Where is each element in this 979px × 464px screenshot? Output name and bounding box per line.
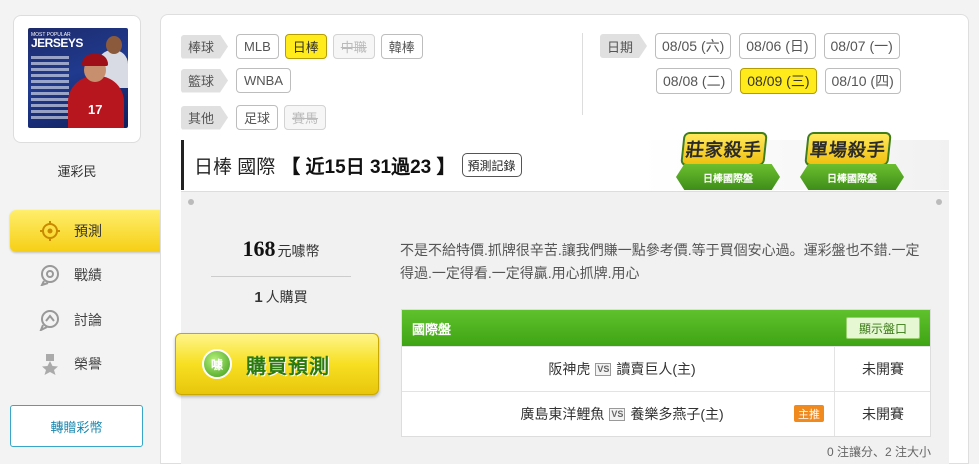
home-team: 養樂多燕子(主) xyxy=(630,406,724,422)
coin-icon: 噱 xyxy=(202,349,232,379)
avatar-list-graphic xyxy=(31,56,69,122)
price-value: 168 xyxy=(242,236,276,261)
badge-title: 單場殺手 xyxy=(804,132,892,166)
featured-pick-badge: 主推 xyxy=(794,405,824,422)
avatar-text: JERSEYS xyxy=(31,36,83,50)
filter-wnba[interactable]: WNBA xyxy=(236,68,292,93)
game-status: 未開賽 xyxy=(834,347,931,391)
table-title: 國際盤 xyxy=(412,321,452,337)
away-team: 廣島東洋鯉魚 xyxy=(520,406,605,422)
divider xyxy=(582,33,583,115)
filter-row-date: 日期 08/05 (六) 08/06 (日) 08/07 (一) xyxy=(600,33,908,59)
pin-icon xyxy=(936,199,942,205)
prediction-description: 不是不給特價.抓牌很辛苦.讓我們賺一點參考價.等于買個安心過。運彩盤也不錯.一定… xyxy=(400,242,920,281)
menu-item-label: 榮譽 xyxy=(74,356,102,372)
avatar[interactable]: MOST POPULAR JERSEYS xyxy=(28,28,128,128)
table-row: 阪神虎 VS 讀賣巨人(主) 未開賽 xyxy=(402,346,930,391)
filter-label-other: 其他 xyxy=(181,106,228,130)
vs-icon: VS xyxy=(609,407,626,421)
filter-row-other: 其他 足球 賽馬 xyxy=(181,105,332,130)
table-header: 國際盤 顯示盤口 xyxy=(402,310,930,346)
menu-item-prediction[interactable]: 預測 xyxy=(10,210,182,252)
buyer-count-label: 人購買 xyxy=(265,289,308,305)
date-0808[interactable]: 08/08 (二) xyxy=(656,68,733,94)
vs-icon: VS xyxy=(595,362,612,376)
menu-item-honor[interactable]: 榮譽 xyxy=(10,343,170,385)
menu-item-label: 戰績 xyxy=(74,267,102,283)
buyer-count-value: 1 xyxy=(254,289,263,306)
main-panel: 棒球 MLB 日棒 中職 韓棒 籃球 WNBA 其他 足球 賽馬 日期 08/0… xyxy=(160,14,969,464)
filter-cpbl: 中職 xyxy=(332,34,375,59)
price-unit: 元噱幣 xyxy=(277,243,320,259)
matchup: 廣島東洋鯉魚 VS 養樂多燕子(主) xyxy=(412,404,832,424)
buy-button-label: 購買預測 xyxy=(246,355,330,378)
buyer-count: 1 人購買 xyxy=(211,287,351,307)
badge-subtitle: 日棒國際盤 xyxy=(800,164,904,190)
filter-soccer[interactable]: 足球 xyxy=(236,105,279,130)
target-icon xyxy=(38,219,62,243)
buy-prediction-button[interactable]: 噱 購買預測 xyxy=(175,333,379,395)
filter-label-basketball: 籃球 xyxy=(181,69,228,93)
filter-label-baseball: 棒球 xyxy=(181,35,228,59)
filter-area: 棒球 MLB 日棒 中職 韓棒 籃球 WNBA 其他 足球 賽馬 日期 08/0… xyxy=(161,15,970,135)
left-sidebar: MOST POPULARJERSEYS 運彩民 預測 戰績 討論 榮譽 xyxy=(0,0,182,464)
home-team: 讀賣巨人(主) xyxy=(616,361,696,377)
transfer-coins-button[interactable]: 轉贈彩幣 xyxy=(10,405,143,447)
menu-item-label: 預測 xyxy=(74,223,102,239)
avatar-card: MOST POPULAR JERSEYS xyxy=(13,15,141,143)
record-icon xyxy=(38,263,62,287)
filter-npb[interactable]: 日棒 xyxy=(284,34,327,59)
filter-kbo[interactable]: 韓棒 xyxy=(380,34,423,59)
chat-icon xyxy=(38,308,62,332)
filter-row-basketball: 籃球 WNBA xyxy=(181,68,297,93)
filter-horse-racing: 賽馬 xyxy=(284,105,327,130)
away-team: 阪神虎 xyxy=(548,361,591,377)
show-odds-button[interactable]: 顯示盤口 xyxy=(845,317,920,339)
price: 168 元噱幣 xyxy=(211,236,351,262)
date-0810[interactable]: 08/10 (四) xyxy=(824,68,901,94)
page-title: 日棒 國際 xyxy=(194,156,276,178)
menu-item-label: 討論 xyxy=(74,312,102,328)
pin-icon xyxy=(188,199,194,205)
divider xyxy=(211,276,351,277)
table-row: 廣島東洋鯉魚 VS 養樂多燕子(主) 主推 未開賽 xyxy=(402,391,930,436)
menu-item-record[interactable]: 戰績 xyxy=(10,254,170,296)
recent-stat: 【 近15日 31過23 】 xyxy=(281,156,456,178)
badge-subtitle: 日棒國際盤 xyxy=(676,164,780,190)
game-table: 國際盤 顯示盤口 阪神虎 VS 讀賣巨人(主) 未開賽 廣島東洋鯉魚 VS 養樂… xyxy=(401,309,931,437)
game-status: 未開賽 xyxy=(834,392,931,436)
player-graphic xyxy=(68,76,124,128)
date-0805[interactable]: 08/05 (六) xyxy=(655,33,732,59)
date-0806[interactable]: 08/06 (日) xyxy=(739,33,816,59)
filter-row-baseball: 棒球 MLB 日棒 中職 韓棒 xyxy=(181,34,429,59)
username[interactable]: 運彩民 xyxy=(0,161,154,180)
filter-row-date-2: 08/08 (二) 08/09 (三) 08/10 (四) xyxy=(656,68,909,94)
badge-title: 莊家殺手 xyxy=(680,132,768,166)
date-0807[interactable]: 08/07 (一) xyxy=(823,33,900,59)
prediction-header: 日棒 國際 【 近15日 31過23 】 預測記錄 莊家殺手 日棒國際盤 單場殺… xyxy=(181,132,949,190)
menu-item-discussion[interactable]: 討論 xyxy=(10,299,170,341)
date-0809[interactable]: 08/09 (三) xyxy=(740,68,817,94)
filter-mlb[interactable]: MLB xyxy=(236,34,279,59)
medal-icon xyxy=(38,352,62,376)
bet-count-note: 0 注讓分、2 注大小 xyxy=(826,445,931,459)
matchup: 阪神虎 VS 讀賣巨人(主) xyxy=(412,359,832,379)
prediction-content: 168 元噱幣 1 人購買 噱 購買預測 不是不給特價.抓牌很辛苦.讓我們賺一點參考… xyxy=(175,191,949,464)
filter-label-date: 日期 xyxy=(600,34,647,58)
prediction-record-button[interactable]: 預測記錄 xyxy=(461,153,522,177)
